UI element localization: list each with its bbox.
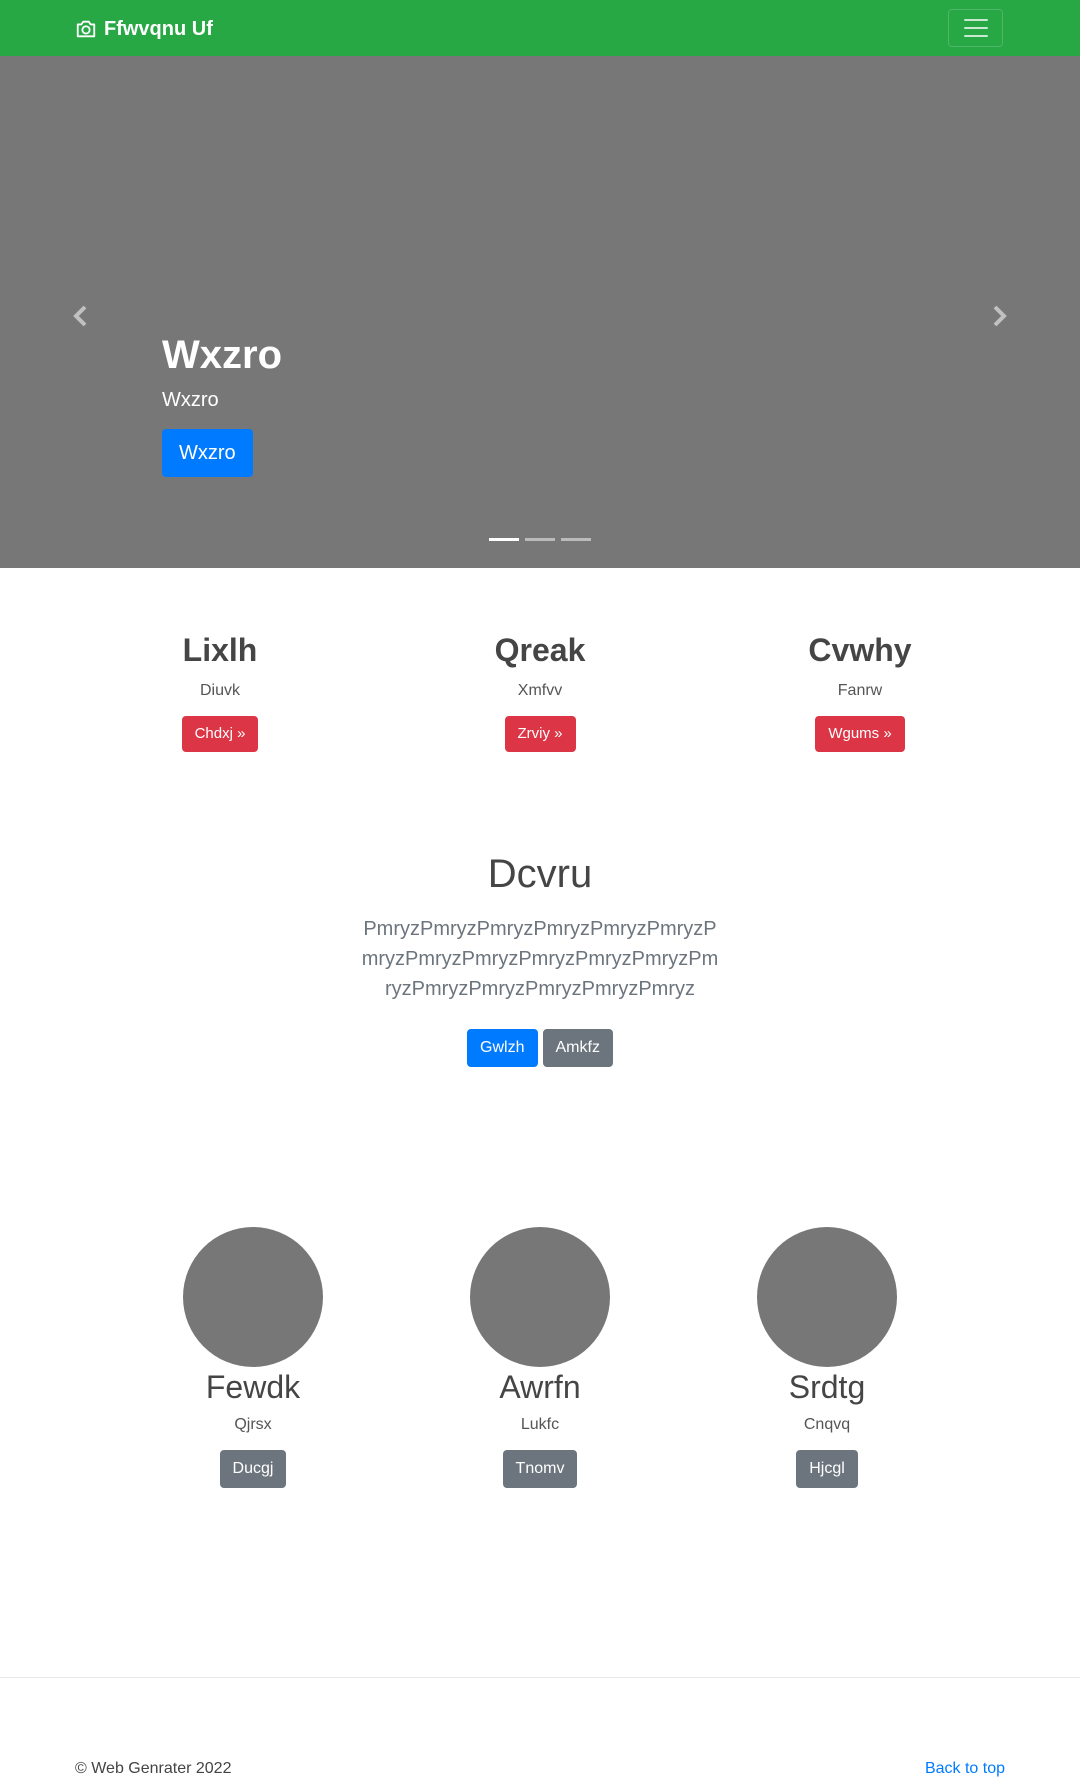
profile-name: Awrfn: [499, 1369, 581, 1405]
back-to-top-link[interactable]: Back to top: [925, 1760, 1005, 1778]
profile-name: Srdtg: [788, 1369, 866, 1405]
profile-button[interactable]: Hjcgl: [796, 1450, 858, 1489]
carousel-indicator-3[interactable]: [561, 538, 591, 541]
jumbotron-lead: PmryzPmryzPmryzPmryzPmryzPmryzPmryzPmryz…: [361, 918, 719, 1000]
profile-text: Cnqvq: [803, 1416, 851, 1434]
carousel-indicator-1[interactable]: [489, 538, 519, 541]
avatar: [470, 1227, 610, 1367]
top-navbar: Ffwvqnu Uf: [0, 0, 1080, 56]
feature-title: Lixlh: [182, 632, 258, 668]
footer-divider: [0, 1677, 1080, 1678]
feature-column: Qreak Xmfvv Zrviy »: [380, 630, 700, 752]
camera-icon: [76, 20, 96, 38]
feature-text: Xmfvv: [517, 681, 563, 699]
avatar: [183, 1227, 323, 1367]
profile-card: Fewdk Qjrsx Ducgj: [103, 1227, 403, 1489]
carousel-indicator-2[interactable]: [525, 538, 555, 541]
carousel-title: Wxzro: [162, 333, 282, 377]
feature-text: Diuvk: [199, 681, 240, 699]
feature-title: Qreak: [494, 632, 586, 668]
feature-text: Fanrw: [837, 681, 883, 699]
feature-button[interactable]: Zrviy »: [504, 715, 576, 752]
carousel-caption: Wxzro Wxzro Wxzro: [162, 331, 282, 477]
jumbotron-primary-button[interactable]: Gwlzh: [467, 1029, 538, 1067]
chevron-left-icon: [73, 305, 87, 327]
carousel-next-button[interactable]: [984, 301, 1014, 331]
jumbotron-actions: Gwlzh Amkfz: [0, 1029, 1080, 1067]
hamburger-menu-icon: [963, 19, 988, 37]
profile-card: Srdtg Cnqvq Hjcgl: [677, 1227, 977, 1489]
feature-column: Lixlh Diuvk Chdxj »: [60, 630, 380, 752]
jumbotron-secondary-button[interactable]: Amkfz: [542, 1029, 613, 1067]
navbar-toggler-button[interactable]: [948, 9, 1003, 47]
feature-title: Cvwhy: [808, 632, 912, 668]
profile-text: Lukfc: [520, 1416, 560, 1434]
brand-link[interactable]: Ffwvqnu Uf: [75, 16, 213, 42]
feature-button[interactable]: Chdxj »: [181, 715, 259, 752]
footer-copyright: © Web Genrater 2022: [75, 1760, 232, 1777]
feature-column: Cvwhy Fanrw Wgums »: [700, 630, 1020, 752]
avatar: [757, 1227, 897, 1367]
chevron-right-icon: [993, 305, 1007, 327]
hero-carousel: Wxzro Wxzro Wxzro: [0, 56, 1080, 568]
carousel-indicators: [489, 538, 591, 541]
brand-name: Ffwvqnu Uf: [104, 17, 213, 40]
carousel-prev-button[interactable]: [66, 301, 96, 331]
profile-button[interactable]: Tnomv: [502, 1450, 578, 1489]
feature-button[interactable]: Wgums »: [815, 715, 905, 752]
profile-button[interactable]: Ducgj: [219, 1450, 287, 1489]
profile-card: Awrfn Lukfc Tnomv: [390, 1227, 690, 1489]
carousel-cta-button[interactable]: Wxzro: [162, 429, 253, 477]
jumbotron-title: Dcvru: [487, 852, 593, 896]
profile-name: Fewdk: [205, 1369, 301, 1405]
jumbotron-section: Dcvru PmryzPmryzPmryzPmryzPmryzPmryzPmry…: [0, 850, 1080, 1067]
carousel-subtitle: Wxzro: [162, 389, 219, 411]
profile-text: Qjrsx: [234, 1416, 272, 1434]
